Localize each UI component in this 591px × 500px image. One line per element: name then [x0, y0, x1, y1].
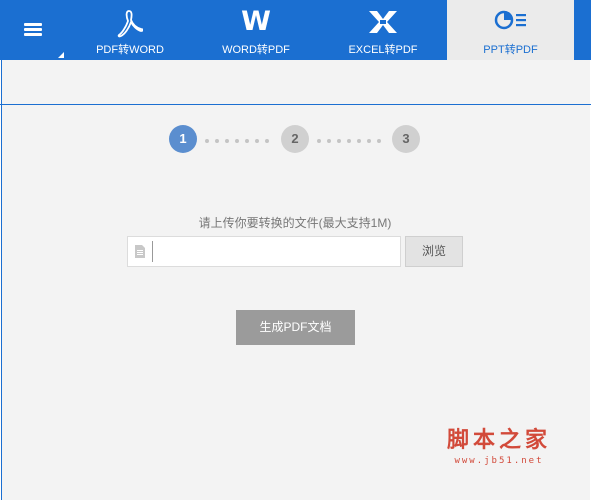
hamburger-menu-icon — [24, 23, 42, 37]
tab-excel-to-pdf[interactable]: EXCEL转PDF — [327, 0, 439, 60]
file-path-box[interactable] — [127, 236, 401, 267]
tab-label: EXCEL转PDF — [348, 44, 418, 56]
watermark-text: 脚本之家 — [446, 427, 551, 453]
watermark: 脚本之家 www.jb51.net — [447, 428, 551, 466]
tab-ppt-to-pdf[interactable]: PPT转PDF — [447, 0, 574, 60]
step-3-indicator: 3 — [392, 125, 420, 153]
step-2-indicator: 2 — [281, 125, 309, 153]
tab-word-to-pdf[interactable]: W WORD转PDF — [200, 0, 312, 60]
tab-pdf-to-word[interactable]: PDF转WORD — [74, 0, 186, 60]
tab-label: PDF转WORD — [96, 44, 164, 56]
ppt-pie-icon — [494, 9, 528, 36]
generate-pdf-button[interactable]: 生成PDF文档 — [236, 310, 355, 345]
step-connector — [205, 139, 269, 143]
file-path-input[interactable] — [152, 241, 397, 262]
upload-hint: 请上传你要转换的文件(最大支持1M) — [198, 216, 392, 230]
divider — [0, 104, 591, 105]
step-connector — [317, 139, 381, 143]
top-nav-bar: PDF转WORD W WORD转PDF EXCEL转PDF PPT转PDF — [0, 0, 591, 60]
word-w-icon: W — [241, 6, 271, 37]
browse-button[interactable]: 浏览 — [405, 236, 463, 267]
corner-triangle-icon — [58, 52, 64, 58]
menu-button[interactable] — [0, 0, 66, 60]
tab-label: WORD转PDF — [222, 44, 290, 56]
step-1-indicator: 1 — [169, 125, 197, 153]
excel-x-icon — [367, 9, 399, 40]
tab-label: PPT转PDF — [483, 44, 538, 56]
watermark-url: www.jb51.net — [454, 456, 544, 466]
document-icon — [135, 245, 145, 258]
pdf-acrobat-icon — [117, 9, 144, 44]
